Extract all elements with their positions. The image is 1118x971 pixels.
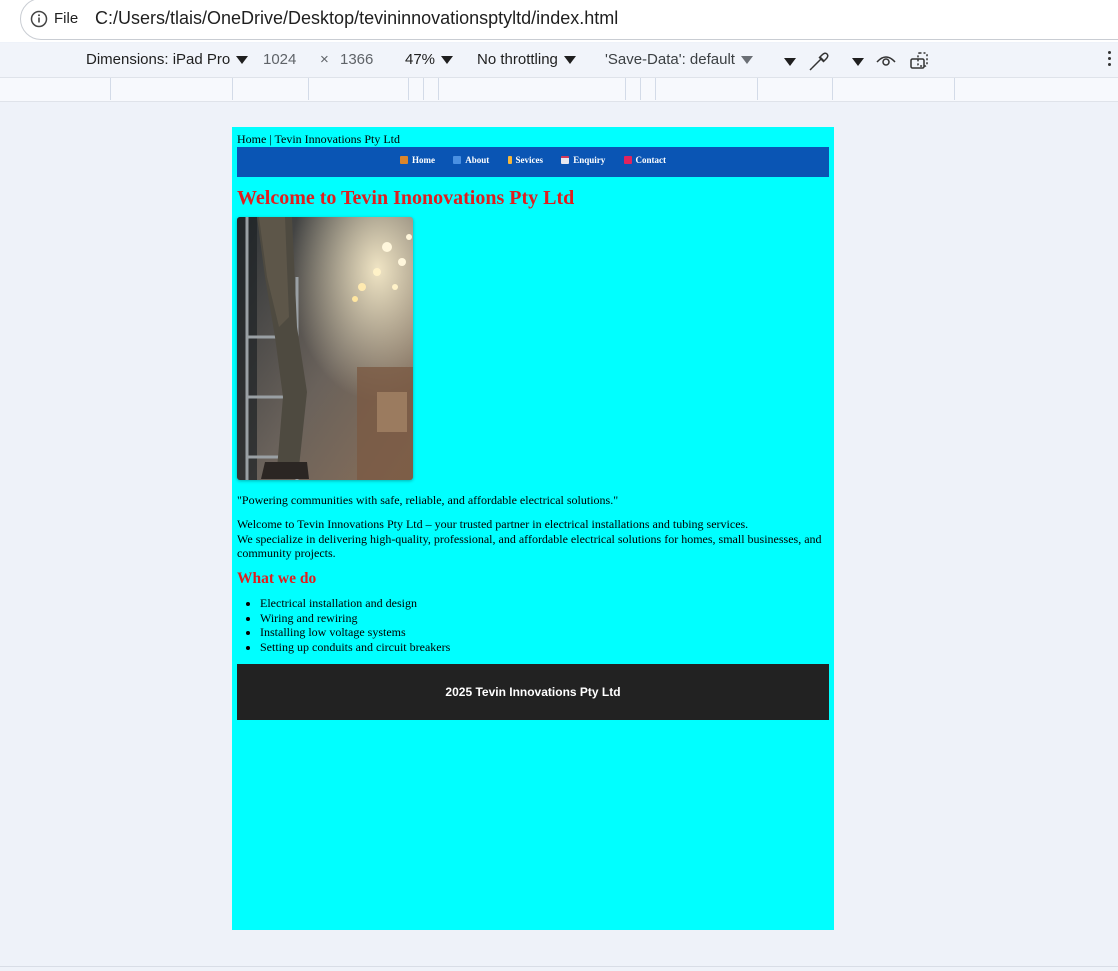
rotate-icon[interactable] [909, 51, 933, 71]
chevron-down-icon[interactable] [852, 58, 864, 66]
navbar: Home About Sevices Enquiry Contact [237, 147, 829, 177]
nav-item-about[interactable]: About [453, 155, 489, 165]
dimensions-label: Dimensions: iPad Pro [86, 51, 231, 68]
list-item: Wiring and rewiring [260, 611, 450, 626]
list-item: Installing low voltage systems [260, 625, 450, 640]
phone-icon [623, 156, 632, 164]
device-toolbar: Dimensions: iPad Pro 1024 × 1366 47% No … [0, 43, 1118, 78]
emulated-page: Home | Tevin Innovations Pty Ltd Home Ab… [232, 127, 834, 930]
chevron-down-icon [740, 56, 753, 65]
tagline-quote: "Powering communities with safe, reliabl… [237, 493, 619, 507]
dimensions-dropdown[interactable]: Dimensions: iPad Pro [86, 51, 249, 68]
nav-item-home[interactable]: Home [399, 155, 435, 165]
save-data-label: 'Save-Data': default [605, 51, 735, 68]
nav-item-enquiry[interactable]: Enquiry [561, 155, 605, 165]
envelope-icon [561, 156, 570, 164]
house-icon [399, 156, 408, 164]
address-bar-row: File C:/Users/tlais/OneDrive/Desktop/tev… [0, 0, 1118, 42]
info-icon [453, 156, 462, 164]
intro-line-1: Welcome to Tevin Innovations Pty Ltd – y… [237, 517, 749, 531]
zoom-label: 47% [405, 51, 436, 68]
services-list: Electrical installation and design Wirin… [260, 596, 450, 654]
chevron-down-icon [236, 56, 249, 65]
eye-icon[interactable] [875, 51, 897, 71]
more-options-chevron-icon[interactable] [784, 58, 796, 66]
page-heading: Welcome to Tevin Inonovations Pty Ltd [237, 187, 575, 209]
kebab-menu-icon[interactable] [1108, 51, 1112, 69]
url-text[interactable]: C:/Users/tlais/OneDrive/Desktop/tevininn… [95, 8, 618, 29]
height-input[interactable]: 1366 [340, 51, 373, 68]
electrician-photo [237, 217, 413, 480]
media-query-ruler [0, 78, 1118, 102]
chevron-down-icon [441, 56, 454, 65]
nav-item-services[interactable]: Sevices [507, 155, 543, 165]
intro-text: Welcome to Tevin Innovations Pty Ltd – y… [237, 517, 822, 561]
chevron-down-icon [563, 56, 576, 65]
eyedropper-icon[interactable] [808, 51, 830, 71]
breadcrumb: Home | Tevin Innovations Pty Ltd [237, 132, 400, 146]
lightning-icon [507, 156, 512, 164]
nav-item-contact[interactable]: Contact [623, 155, 666, 165]
what-we-do-heading: What we do [237, 570, 317, 587]
save-data-dropdown[interactable]: 'Save-Data': default [605, 51, 753, 68]
file-label: File [54, 10, 79, 27]
list-item: Setting up conduits and circuit breakers [260, 640, 450, 655]
times-icon: × [320, 51, 329, 68]
intro-line-2: We specialize in delivering high-quality… [237, 531, 822, 561]
info-icon[interactable] [30, 10, 48, 28]
throttling-label: No throttling [477, 51, 558, 68]
width-input[interactable]: 1024 [263, 51, 296, 68]
list-item: Electrical installation and design [260, 596, 450, 611]
bottom-divider [0, 966, 1118, 967]
zoom-dropdown[interactable]: 47% [405, 51, 454, 68]
throttling-dropdown[interactable]: No throttling [477, 51, 576, 68]
page-footer: 2025 Tevin Innovations Pty Ltd [237, 664, 829, 720]
